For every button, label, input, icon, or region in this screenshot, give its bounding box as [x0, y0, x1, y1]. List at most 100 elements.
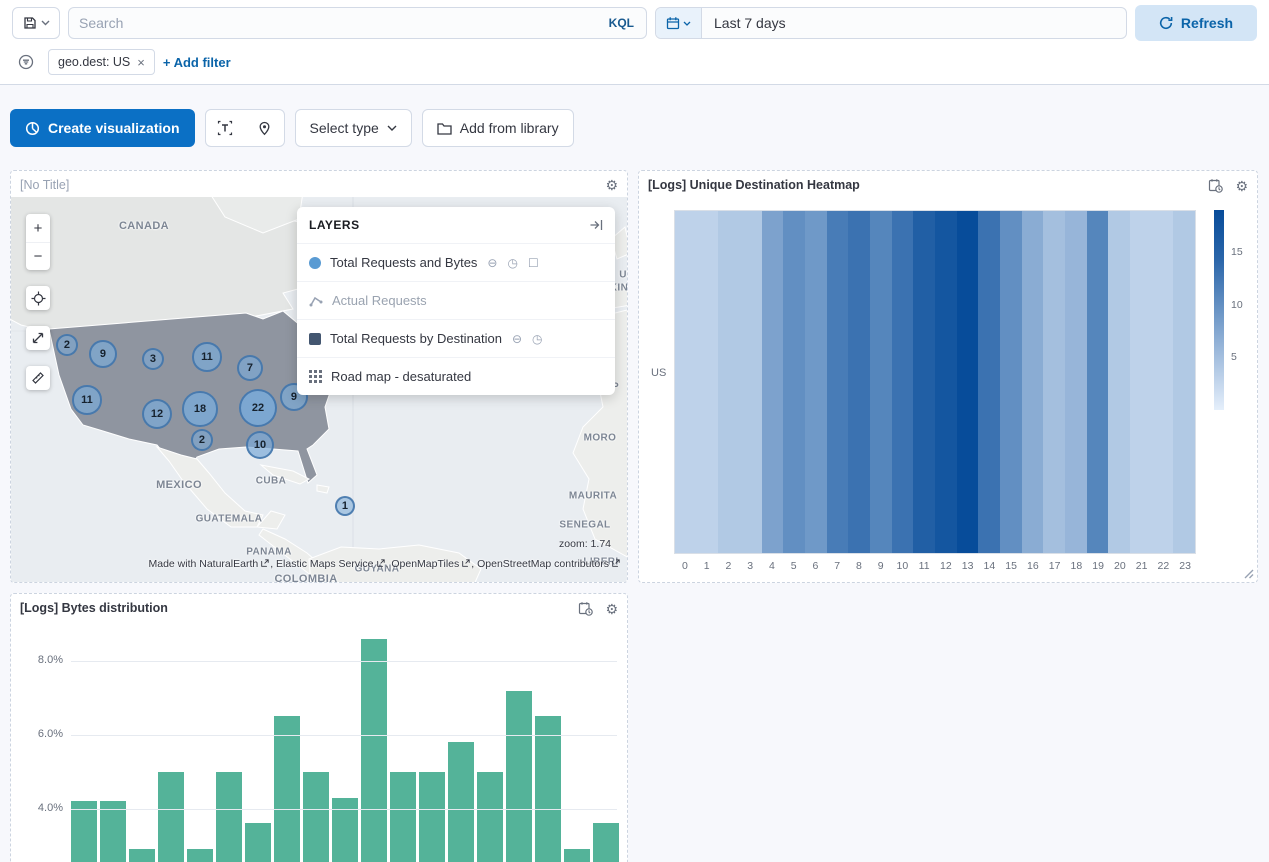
zoom-in-button[interactable]: +: [26, 214, 50, 242]
x-axis-tick-label: 17: [1044, 560, 1066, 572]
heatmap-legend: 15105: [1214, 210, 1258, 420]
layer-item[interactable]: Road map - desaturated: [297, 357, 615, 395]
x-axis-tick-label: 13: [957, 560, 979, 572]
heatmap-cell[interactable]: [1043, 211, 1065, 553]
bar[interactable]: [477, 772, 503, 862]
calendar-clock-icon[interactable]: [578, 601, 593, 616]
saved-query-menu-button[interactable]: [12, 7, 60, 39]
layer-item[interactable]: Total Requests by Destination⊖◷: [297, 319, 615, 357]
bar[interactable]: [506, 691, 532, 862]
heatmap-cell[interactable]: [675, 211, 697, 553]
heatmap-cell[interactable]: [848, 211, 870, 553]
map-attribution-link[interactable]: OpenMapTiles: [391, 558, 459, 570]
heatmap-cell[interactable]: [1022, 211, 1044, 553]
bar[interactable]: [361, 639, 387, 862]
map-cluster-marker[interactable]: 2: [56, 334, 78, 356]
layers-popover: LAYERS Total Requests and Bytes⊖◷☐Actual…: [297, 207, 615, 395]
map-attribution-link[interactable]: Elastic Maps Service: [276, 558, 373, 570]
map-cluster-marker[interactable]: 11: [192, 342, 221, 371]
map-area[interactable]: + − LAYERS Total Requests and Bytes⊖◷☐Ac…: [11, 197, 627, 582]
map-cluster-marker[interactable]: 2: [191, 429, 213, 451]
layer-item[interactable]: Actual Requests: [297, 281, 615, 319]
heatmap-cell[interactable]: [1065, 211, 1087, 553]
kql-button[interactable]: KQL: [597, 16, 646, 30]
resize-handle[interactable]: [1243, 568, 1254, 579]
time-range-value[interactable]: Last 7 days: [702, 8, 1126, 38]
heatmap-cell[interactable]: [718, 211, 740, 553]
bar[interactable]: [303, 772, 329, 862]
checkbox-icon: ☐: [528, 256, 539, 270]
heatmap-cell[interactable]: [892, 211, 914, 553]
legend-tick-label: 5: [1231, 351, 1237, 363]
heatmap-cell[interactable]: [935, 211, 957, 553]
gear-icon[interactable]: ⚙: [605, 602, 618, 616]
map-cluster-marker[interactable]: 9: [89, 340, 117, 368]
heatmap-cell[interactable]: [870, 211, 892, 553]
layer-item[interactable]: Total Requests and Bytes⊖◷☐: [297, 243, 615, 281]
bar[interactable]: [129, 849, 155, 862]
heatmap-cell[interactable]: [1000, 211, 1022, 553]
bar[interactable]: [593, 823, 619, 862]
calendar-icon: [666, 16, 680, 30]
map-panel: [No Title] ⚙ + −: [10, 170, 628, 583]
draw-tools-button[interactable]: [26, 366, 50, 390]
external-link-icon: [462, 558, 470, 570]
heatmap-cell[interactable]: [827, 211, 849, 553]
bar[interactable]: [332, 798, 358, 862]
map-attribution-link[interactable]: Made with NaturalEarth: [148, 558, 258, 570]
heatmap-cell[interactable]: [978, 211, 1000, 553]
add-filter-link[interactable]: + Add filter: [163, 55, 231, 70]
x-axis-tick-label: 4: [761, 560, 783, 572]
filter-menu-button[interactable]: [12, 48, 40, 76]
heatmap-cell[interactable]: [805, 211, 827, 553]
heatmap-cell[interactable]: [913, 211, 935, 553]
heatmap-cell[interactable]: [1087, 211, 1109, 553]
heatmap-cell[interactable]: [957, 211, 979, 553]
bar[interactable]: [274, 716, 300, 862]
heatmap-cell[interactable]: [1130, 211, 1152, 553]
heatmap-cell[interactable]: [697, 211, 719, 553]
zoom-out-button[interactable]: −: [26, 242, 50, 270]
bar[interactable]: [71, 801, 97, 862]
bar[interactable]: [100, 801, 126, 862]
map-cluster-marker[interactable]: 11: [72, 385, 101, 414]
set-view-button[interactable]: [26, 286, 50, 310]
filter-pill[interactable]: geo.dest: US ×: [48, 49, 155, 75]
map-cluster-marker[interactable]: 12: [142, 399, 172, 429]
bar[interactable]: [564, 849, 590, 862]
calendar-clock-icon[interactable]: [1208, 178, 1223, 193]
select-type-button[interactable]: Select type: [295, 109, 412, 147]
text-tool-button[interactable]: [206, 110, 245, 146]
create-visualization-button[interactable]: Create visualization: [10, 109, 195, 147]
fit-to-data-button[interactable]: [26, 326, 50, 350]
heatmap-cell[interactable]: [783, 211, 805, 553]
heatmap-cell[interactable]: [740, 211, 762, 553]
bar[interactable]: [448, 742, 474, 862]
bar[interactable]: [390, 772, 416, 862]
heatmap-cell[interactable]: [1173, 211, 1195, 553]
search-input[interactable]: [69, 15, 597, 31]
bar[interactable]: [245, 823, 271, 862]
map-cluster-marker[interactable]: 7: [237, 355, 263, 381]
map-attribution-link[interactable]: OpenStreetMap contributors: [477, 558, 609, 570]
date-quick-select-button[interactable]: [656, 8, 702, 38]
remove-filter-icon[interactable]: ×: [137, 55, 145, 70]
bar[interactable]: [158, 772, 184, 862]
x-axis-tick-label: 15: [1000, 560, 1022, 572]
map-tool-button[interactable]: [245, 110, 284, 146]
bar[interactable]: [419, 772, 445, 862]
heatmap-cell[interactable]: [1108, 211, 1130, 553]
legend-tick-label: 15: [1231, 246, 1243, 258]
gear-icon[interactable]: ⚙: [605, 178, 618, 192]
collapse-icon[interactable]: [589, 218, 603, 232]
gear-icon[interactable]: ⚙: [1235, 179, 1248, 193]
layer-circle-icon: [309, 257, 321, 269]
bar[interactable]: [216, 772, 242, 862]
refresh-button[interactable]: Refresh: [1135, 5, 1257, 41]
heatmap-cell[interactable]: [762, 211, 784, 553]
map-cluster-marker[interactable]: 18: [182, 391, 217, 426]
add-from-library-button[interactable]: Add from library: [422, 109, 574, 147]
heatmap-cell[interactable]: [1152, 211, 1174, 553]
bar[interactable]: [187, 849, 213, 862]
bar[interactable]: [535, 716, 561, 862]
